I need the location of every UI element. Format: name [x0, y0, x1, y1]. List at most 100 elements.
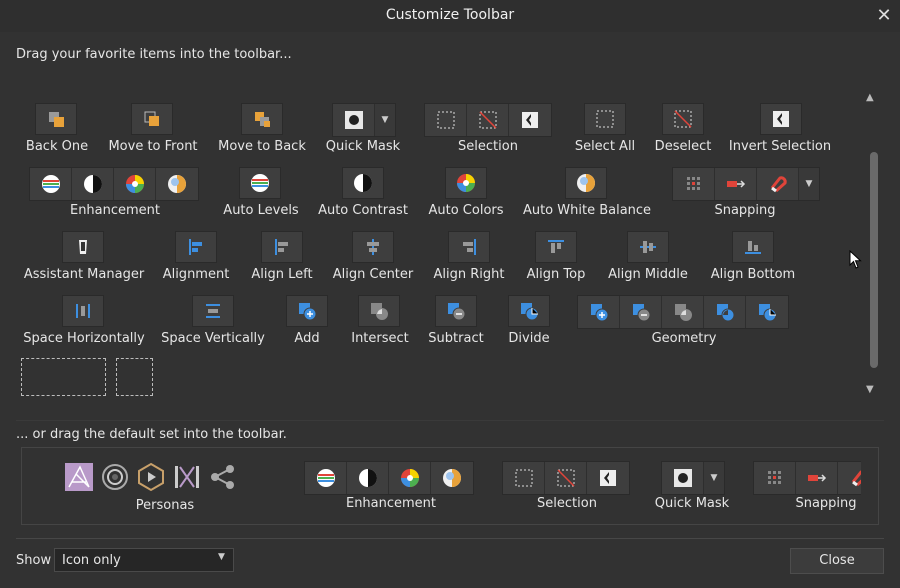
align-bottom-button[interactable]: [732, 231, 774, 263]
move-to-front-label: Move to Front: [108, 139, 198, 154]
deselect-button[interactable]: [662, 103, 704, 135]
default-select-all-cell[interactable]: [503, 462, 545, 494]
default-selection-group[interactable]: [502, 461, 630, 495]
select-all-button[interactable]: [584, 103, 626, 135]
auto-colors-icon: [457, 174, 475, 192]
deselect-cell[interactable]: [467, 104, 509, 136]
auto-white-balance-button[interactable]: [565, 167, 607, 199]
window-title: Customize Toolbar: [385, 7, 515, 23]
auto-colors-button[interactable]: [445, 167, 487, 199]
geometry-xor-cell[interactable]: [704, 296, 746, 328]
space-placeholder[interactable]: [116, 358, 153, 396]
invert-selection-icon: [773, 111, 789, 127]
selection-group[interactable]: [424, 103, 552, 137]
default-selection-label: Selection: [537, 496, 597, 511]
auto-levels-button[interactable]: [239, 167, 281, 199]
default-auto-contrast-cell[interactable]: [347, 462, 389, 494]
close-icon[interactable]: ✕: [872, 4, 896, 28]
default-snapping-group[interactable]: [753, 461, 861, 495]
geometry-subtract-cell[interactable]: [620, 296, 662, 328]
space-vertically-icon: [206, 304, 220, 318]
snapping-magnet-cell[interactable]: [757, 168, 799, 200]
divide-icon: [759, 304, 777, 322]
align-left-button[interactable]: [261, 231, 303, 263]
auto-contrast-button[interactable]: [342, 167, 384, 199]
invert-selection-button[interactable]: [760, 103, 802, 135]
chevron-down-icon[interactable]: ▼: [799, 168, 819, 200]
alignment-label: Alignment: [162, 267, 230, 282]
snapping-grid-cell[interactable]: [673, 168, 715, 200]
auto-white-balance-icon: [168, 175, 186, 193]
snap-grid-icon: [686, 177, 700, 190]
quick-mask-icon: [344, 111, 363, 129]
auto-white-balance-cell[interactable]: [156, 168, 198, 200]
mouse-cursor-icon: [849, 250, 862, 269]
subtract-button[interactable]: [435, 295, 477, 327]
auto-contrast-label: Auto Contrast: [318, 203, 408, 218]
align-left-label: Align Left: [251, 267, 313, 282]
intersect-icon: [371, 303, 388, 320]
back-one-button[interactable]: [35, 103, 77, 135]
space-vertically-button[interactable]: [192, 295, 234, 327]
add-button[interactable]: [286, 295, 328, 327]
auto-levels-cell[interactable]: [30, 168, 72, 200]
align-center-button[interactable]: [352, 231, 394, 263]
personas-group[interactable]: [64, 460, 274, 494]
scroll-down-icon[interactable]: ▼: [866, 384, 874, 395]
footer-divider: [16, 538, 884, 539]
move-to-back-button[interactable]: [241, 103, 283, 135]
select-all-cell[interactable]: [425, 104, 467, 136]
scrollbar-thumb[interactable]: [870, 152, 878, 368]
chevron-down-icon[interactable]: ▼: [704, 462, 724, 494]
default-deselect-cell[interactable]: [545, 462, 587, 494]
deselect-icon: [478, 111, 497, 129]
geometry-add-cell[interactable]: [578, 296, 620, 328]
snapping-object-cell[interactable]: [715, 168, 757, 200]
chevron-down-icon[interactable]: ▼: [375, 104, 395, 136]
align-middle-button[interactable]: [627, 231, 669, 263]
intersect-button[interactable]: [358, 295, 400, 327]
default-enhancement-label: Enhancement: [345, 496, 437, 511]
select-all-icon: [596, 110, 614, 128]
auto-colors-cell[interactable]: [114, 168, 156, 200]
geometry-intersect-cell[interactable]: [662, 296, 704, 328]
auto-colors-icon: [400, 469, 419, 487]
deselect-icon: [674, 110, 692, 128]
geometry-divide-cell[interactable]: [746, 296, 788, 328]
snapping-group[interactable]: ▼: [672, 167, 820, 201]
default-quick-mask-cell[interactable]: [662, 462, 704, 494]
alignment-button[interactable]: [175, 231, 217, 263]
default-auto-colors-cell[interactable]: [389, 462, 431, 494]
select-all-icon: [437, 111, 454, 129]
assistant-manager-button[interactable]: [62, 231, 104, 263]
default-snapping-grid-cell[interactable]: [754, 462, 796, 494]
quick-mask-group[interactable]: ▼: [332, 103, 396, 137]
separator-placeholder[interactable]: [21, 358, 106, 396]
invert-selection-cell[interactable]: [509, 104, 551, 136]
geometry-group[interactable]: [577, 295, 789, 329]
divide-button[interactable]: [508, 295, 550, 327]
enhancement-group[interactable]: [29, 167, 199, 201]
default-auto-levels-cell[interactable]: [305, 462, 347, 494]
default-enhancement-group[interactable]: [304, 461, 474, 495]
default-snapping-object-cell[interactable]: [796, 462, 838, 494]
default-auto-white-balance-cell[interactable]: [431, 462, 473, 494]
quick-mask-button[interactable]: [333, 104, 375, 136]
auto-levels-label: Auto Levels: [223, 203, 299, 218]
default-quick-mask-group[interactable]: ▼: [661, 461, 725, 495]
chevron-down-icon[interactable]: ▼: [218, 552, 225, 562]
back-one-icon: [49, 112, 64, 127]
space-horizontally-button[interactable]: [62, 295, 104, 327]
auto-white-balance-label: Auto White Balance: [522, 203, 652, 218]
align-right-button[interactable]: [448, 231, 490, 263]
scroll-up-icon[interactable]: ▲: [866, 92, 874, 103]
default-invert-selection-cell[interactable]: [587, 462, 629, 494]
quick-mask-label: Quick Mask: [325, 139, 401, 154]
move-to-front-button[interactable]: [131, 103, 173, 135]
default-snapping-magnet-cell[interactable]: [838, 462, 861, 494]
auto-white-balance-icon: [577, 174, 595, 192]
auto-contrast-cell[interactable]: [72, 168, 114, 200]
align-top-button[interactable]: [535, 231, 577, 263]
move-to-back-label: Move to Back: [218, 139, 306, 154]
subtract-icon: [632, 304, 650, 322]
